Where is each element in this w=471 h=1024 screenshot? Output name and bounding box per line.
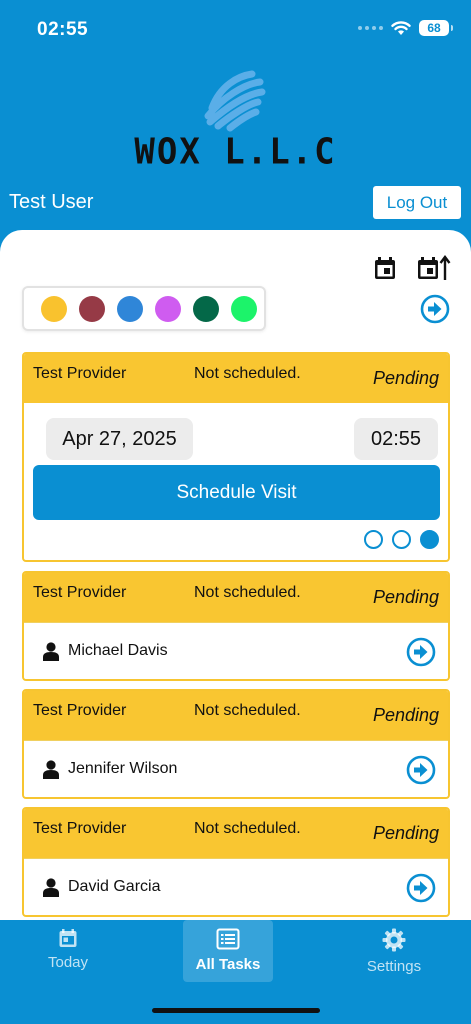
color-filter-violet[interactable] (155, 295, 181, 322)
person-icon (43, 642, 59, 661)
signal-icon (358, 26, 383, 30)
color-filter-dark-green[interactable] (193, 295, 219, 322)
task-schedule: Not scheduled. (194, 584, 301, 601)
person-icon (43, 878, 59, 897)
task-schedule: Not scheduled. (194, 365, 301, 382)
arrow-right-circle-icon[interactable] (406, 873, 436, 903)
status-bar: 02:55 68 (0, 0, 471, 60)
task-card: Test Provider Not scheduled. Pending Jen… (22, 689, 450, 799)
patient-name: David Garcia (68, 878, 161, 895)
pager-dot-active[interactable] (420, 530, 439, 549)
color-filter-yellow[interactable] (41, 295, 67, 322)
task-card: Test Provider Not scheduled. Pending Mic… (22, 571, 450, 681)
gear-icon (382, 928, 406, 952)
task-schedule: Not scheduled. (194, 820, 301, 837)
calendar-sort-icon[interactable] (416, 254, 452, 282)
company-logo: WOX L.L.C (0, 64, 471, 174)
schedule-visit-button[interactable]: Schedule Visit (33, 465, 440, 520)
user-name: Test User (9, 191, 94, 213)
tab-settings[interactable]: Settings (349, 920, 439, 982)
task-status: Pending (372, 705, 439, 725)
task-provider: Test Provider (33, 584, 127, 601)
home-indicator (152, 1008, 320, 1013)
task-provider: Test Provider (33, 820, 127, 837)
task-card-body: Jennifer Wilson (24, 740, 448, 797)
task-provider: Test Provider (33, 365, 127, 382)
task-provider: Test Provider (33, 702, 127, 719)
tab-label: Settings (366, 958, 422, 975)
wifi-icon (391, 20, 411, 35)
task-card-body: Michael Davis (24, 622, 448, 679)
task-status: Pending (372, 823, 439, 843)
logo-text: WOX L.L.C (134, 131, 337, 173)
task-card: Test Provider Not scheduled. Pending Dav… (22, 807, 450, 917)
logout-button[interactable]: Log Out (373, 186, 461, 219)
task-card-body: David Garcia (24, 858, 448, 915)
pager-dots (364, 530, 439, 549)
task-card-expanded: Test Provider Not scheduled. Pending Apr… (22, 352, 450, 562)
calendar-today-icon[interactable] (372, 255, 398, 281)
task-schedule: Not scheduled. (194, 702, 301, 719)
status-time: 02:55 (37, 19, 89, 40)
battery-icon: 68 (419, 20, 453, 36)
arrow-right-circle-icon[interactable] (420, 294, 450, 324)
calendar-icon (59, 929, 77, 947)
color-filter (22, 286, 266, 331)
tab-label: Today (47, 954, 89, 971)
patient-name: Michael Davis (68, 642, 168, 659)
tab-all-tasks[interactable]: All Tasks (183, 920, 273, 982)
color-filter-maroon[interactable] (79, 295, 105, 322)
status-indicators: 68 (358, 20, 453, 36)
task-card-header[interactable]: Test Provider Not scheduled. Pending (24, 354, 448, 403)
pager-dot[interactable] (364, 530, 383, 549)
color-filter-blue[interactable] (117, 295, 143, 322)
tab-label: All Tasks (195, 956, 261, 973)
arrow-right-circle-icon[interactable] (406, 755, 436, 785)
date-picker[interactable]: Apr 27, 2025 (46, 418, 193, 460)
task-card-header[interactable]: Test Provider Not scheduled. Pending (24, 691, 448, 740)
task-status: Pending (372, 587, 439, 607)
pager-dot[interactable] (392, 530, 411, 549)
person-icon (43, 760, 59, 779)
tab-today[interactable]: Today (23, 920, 113, 982)
task-status: Pending (372, 368, 439, 388)
task-card-header[interactable]: Test Provider Not scheduled. Pending (24, 573, 448, 622)
color-filter-green[interactable] (231, 295, 257, 322)
task-card-header[interactable]: Test Provider Not scheduled. Pending (24, 809, 448, 858)
patient-name: Jennifer Wilson (68, 760, 178, 777)
time-picker[interactable]: 02:55 (354, 418, 438, 460)
logo-scribble-icon (204, 70, 266, 132)
task-panel: Test Provider Not scheduled. Pending Apr… (0, 230, 471, 920)
task-schedule-form: Apr 27, 2025 02:55 Schedule Visit (24, 403, 448, 560)
arrow-right-circle-icon[interactable] (406, 637, 436, 667)
list-icon (216, 928, 240, 950)
